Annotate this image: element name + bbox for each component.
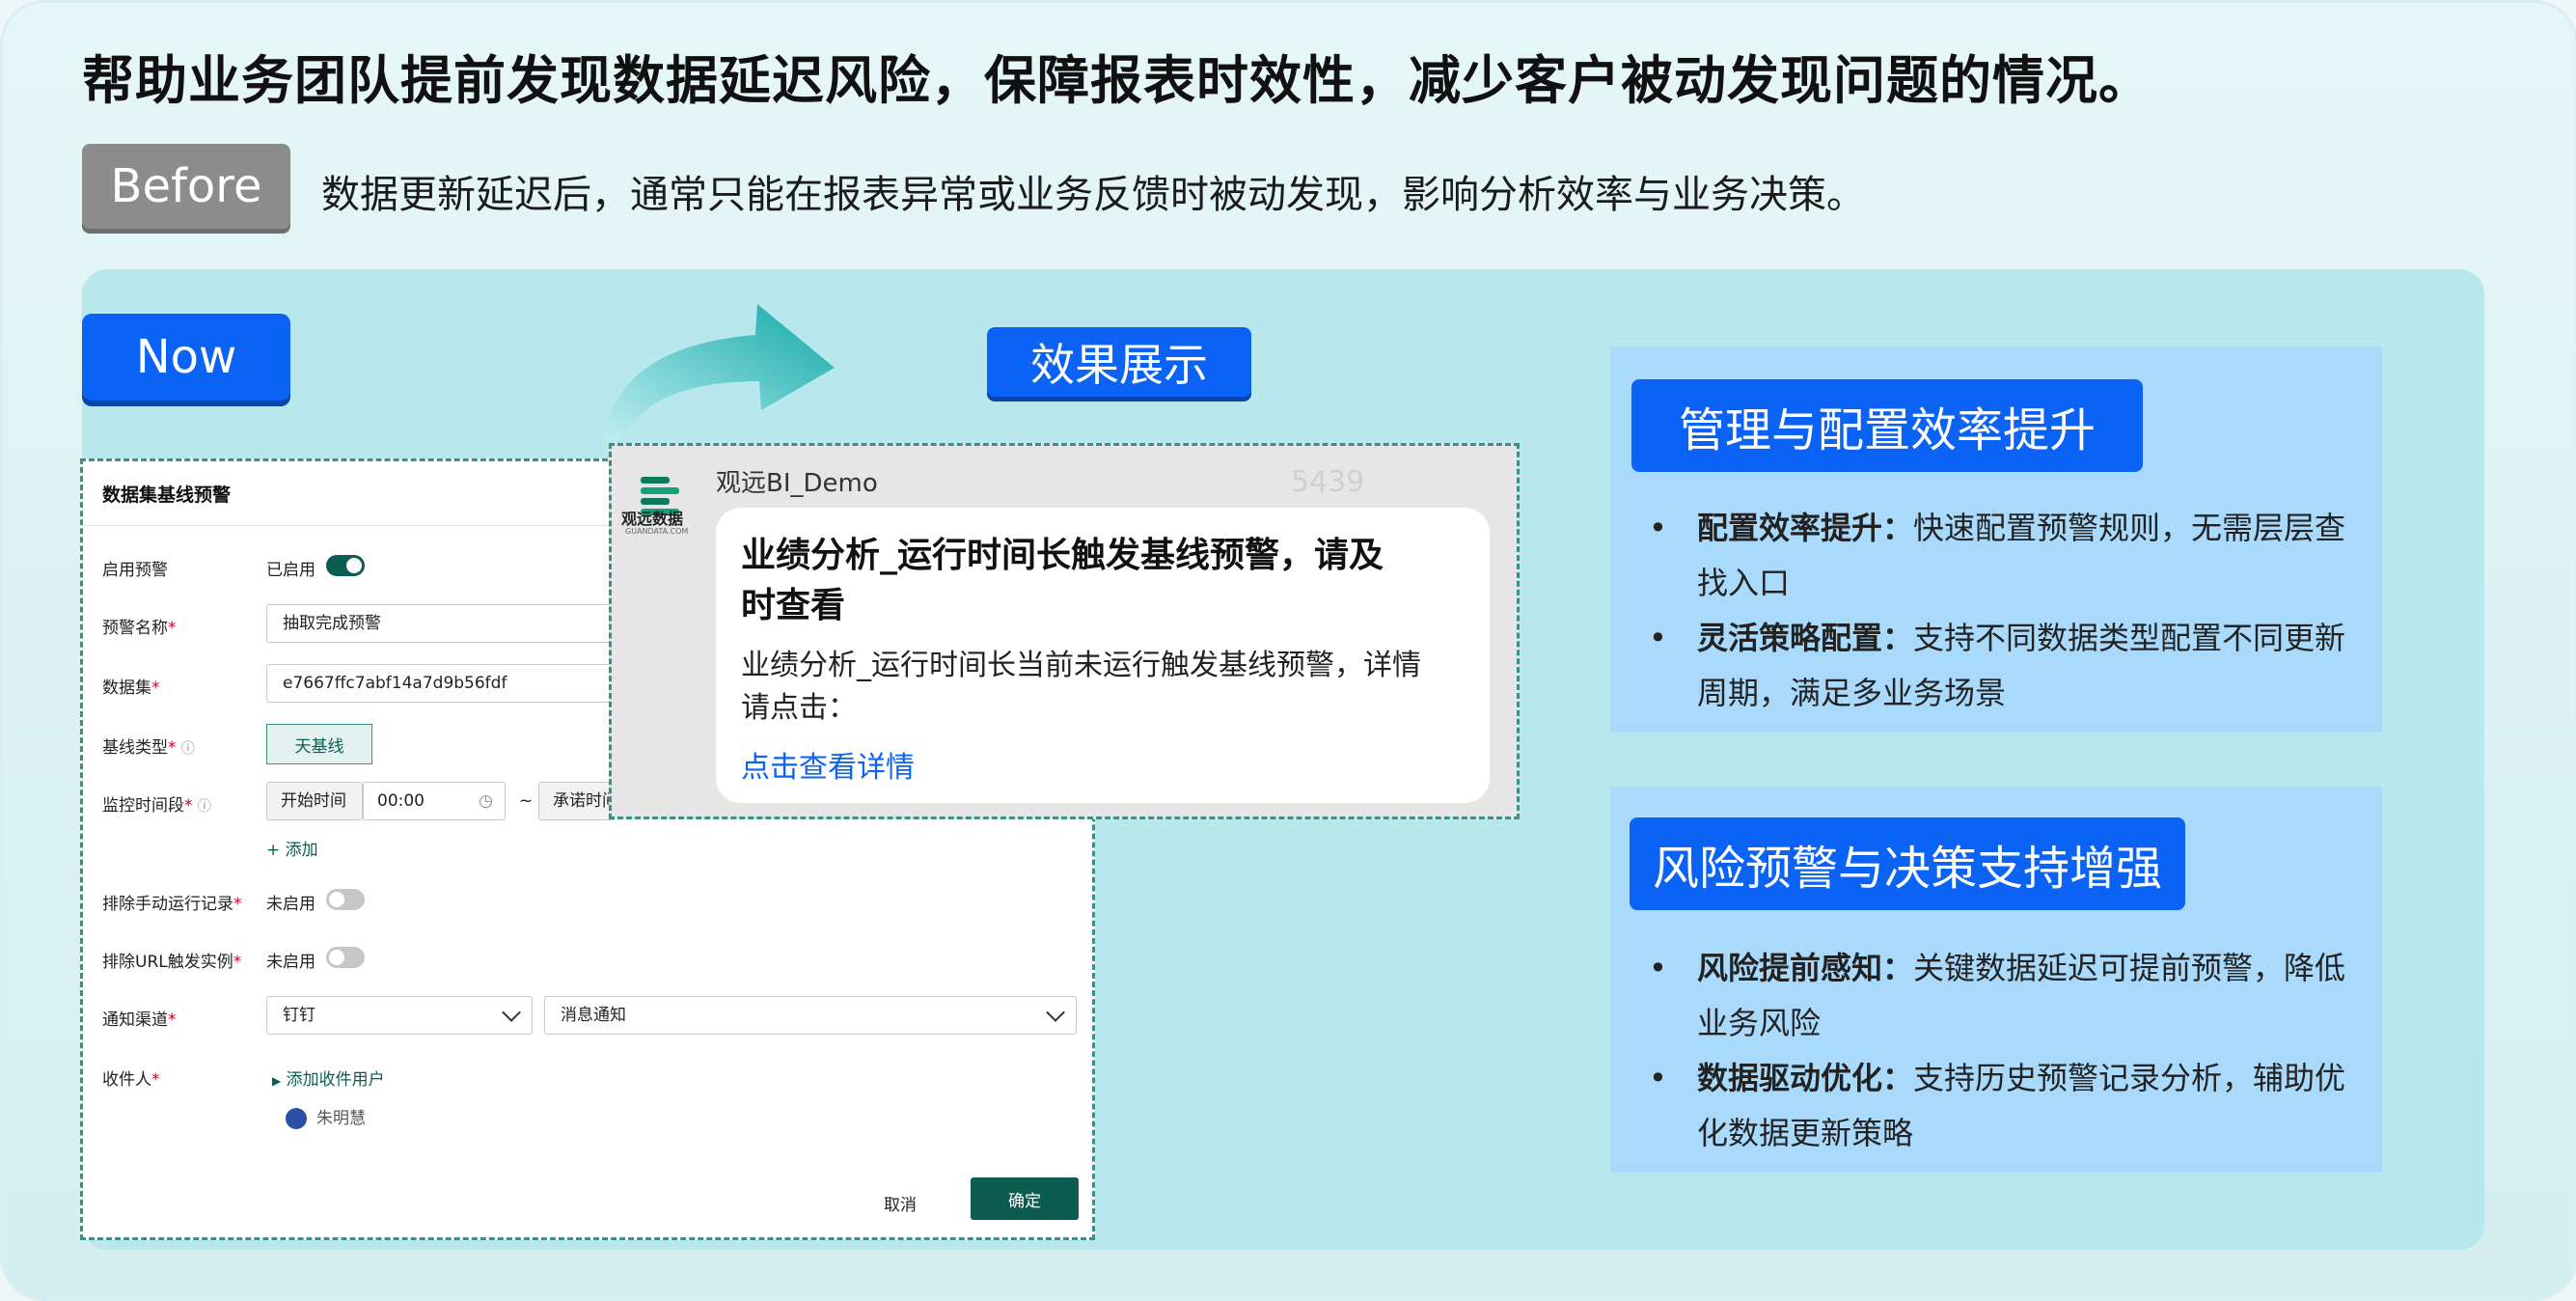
list-item: • 灵活策略配置：支持不同数据类型配置不同更新周期，满足多业务场景 (1649, 620, 2346, 711)
recipient-user: 朱明慧 (286, 1104, 366, 1129)
add-time-button[interactable]: + 添加 (266, 836, 318, 860)
brand-name: 观远数据 (621, 510, 684, 528)
effect-badge: 效果展示 (987, 327, 1251, 397)
message-title: 业绩分析_运行时间长触发基线预警，请及时查看 (741, 536, 1384, 625)
caret-right-icon: ▶ (272, 1074, 282, 1088)
monitor-period-label: 监控时间段* ⓘ (102, 796, 211, 816)
clock-icon: ◷ (479, 791, 493, 811)
time-range-tilde: ~ (519, 791, 534, 811)
brand-domain: GUANDATA.COM (625, 527, 689, 536)
confirm-button[interactable]: 确定 (971, 1177, 1079, 1220)
add-recipient-button[interactable]: ▶ 添加收件用户 (272, 1066, 385, 1090)
before-description: 数据更新延迟后，通常只能在报表异常或业务反馈时被动发现，影响分析效率与业务决策。 (321, 173, 1865, 217)
view-details-link[interactable]: 点击查看详情 (741, 743, 1465, 786)
cancel-button[interactable]: 取消 (884, 1191, 917, 1215)
exclude-manual-label: 排除手动运行记录* (102, 895, 242, 914)
box-heading: 风险预警与决策支持增强 (1630, 817, 2185, 910)
box-heading: 管理与配置效率提升 (1631, 379, 2143, 472)
sender-name: 观远BI_Demo (716, 469, 878, 498)
notification-preview: 观远数据 GUANDATA.COM 观远BI_Demo 5439 业绩分析_运行… (609, 443, 1520, 819)
message-body: 业绩分析_运行时间长当前未运行触发基线预警，详情请点击： (741, 649, 1421, 725)
enable-alert-toggle[interactable] (326, 555, 365, 576)
recipient-label: 收件人* (102, 1070, 160, 1090)
before-badge: Before (82, 144, 290, 229)
start-time-input[interactable]: 00:00 ◷ (363, 782, 506, 820)
exclude-manual-value: 未启用 (266, 895, 315, 914)
channel-select-2[interactable]: 消息通知 (544, 996, 1077, 1035)
benefit-box-efficiency: 管理与配置效率提升 • 配置效率提升：快速配置预警规则，无需层层查找入口 • 灵活策… (1610, 346, 2382, 733)
benefit-box-risk: 风险预警与决策支持增强 • 风险提前感知：关键数据延迟可提前预警，降低业务风险 •… (1610, 787, 2382, 1173)
channel-label: 通知渠道* (102, 1010, 177, 1030)
channel-select-1[interactable]: 钉钉 (266, 996, 533, 1035)
slide: 帮助业务团队提前发现数据延迟风险，保障报表时效性，减少客户被动发现问题的情况。 … (0, 0, 2576, 1301)
enable-alert-value: 已启用 (266, 561, 315, 580)
exclude-manual-toggle[interactable] (326, 889, 365, 910)
bullet-list: • 配置效率提升：快速配置预警规则，无需层层查找入口 • 灵活策略配置：支持不同数据… (1643, 501, 2357, 721)
baseline-type-label: 基线类型* ⓘ (102, 738, 195, 758)
info-icon: ⓘ (197, 799, 211, 815)
chevron-down-icon (502, 1003, 521, 1022)
promise-time-label: 承诺时间 (538, 782, 616, 820)
alert-name-label: 预警名称* (102, 619, 177, 638)
list-item: • 配置效率提升：快速配置预警规则，无需层层查找入口 (1649, 510, 2346, 601)
day-baseline-option[interactable]: 天基线 (266, 724, 372, 764)
list-item: • 数据驱动优化：支持历史预警记录分析，辅助优化数据更新策略 (1649, 1060, 2346, 1151)
curved-arrow-icon (605, 304, 835, 441)
exclude-url-value: 未启用 (266, 953, 315, 972)
chevron-down-icon (1046, 1003, 1065, 1022)
form-title: 数据集基线预警 (102, 484, 232, 506)
avatar (286, 1108, 307, 1129)
watermark: 5439 (1291, 465, 1365, 499)
dataset-label: 数据集* (102, 678, 160, 698)
exclude-url-toggle[interactable] (326, 947, 365, 968)
enable-alert-label: 启用预警 (102, 561, 168, 580)
info-icon: ⓘ (180, 741, 195, 757)
message-card: 业绩分析_运行时间长触发基线预警，请及时查看 业绩分析_运行时间长当前未运行触发… (716, 508, 1490, 803)
bullet-list: • 风险提前感知：关键数据延迟可提前预警，降低业务风险 • 数据驱动优化：支持历史预… (1643, 941, 2357, 1161)
start-time-label: 开始时间 (266, 782, 363, 820)
now-badge: Now (82, 314, 290, 401)
list-item: • 风险提前感知：关键数据延迟可提前预警，降低业务风险 (1649, 950, 2346, 1041)
headline: 帮助业务团队提前发现数据延迟风险，保障报表时效性，减少客户被动发现问题的情况。 (82, 50, 2151, 111)
exclude-url-label: 排除URL触发实例* (102, 953, 242, 972)
